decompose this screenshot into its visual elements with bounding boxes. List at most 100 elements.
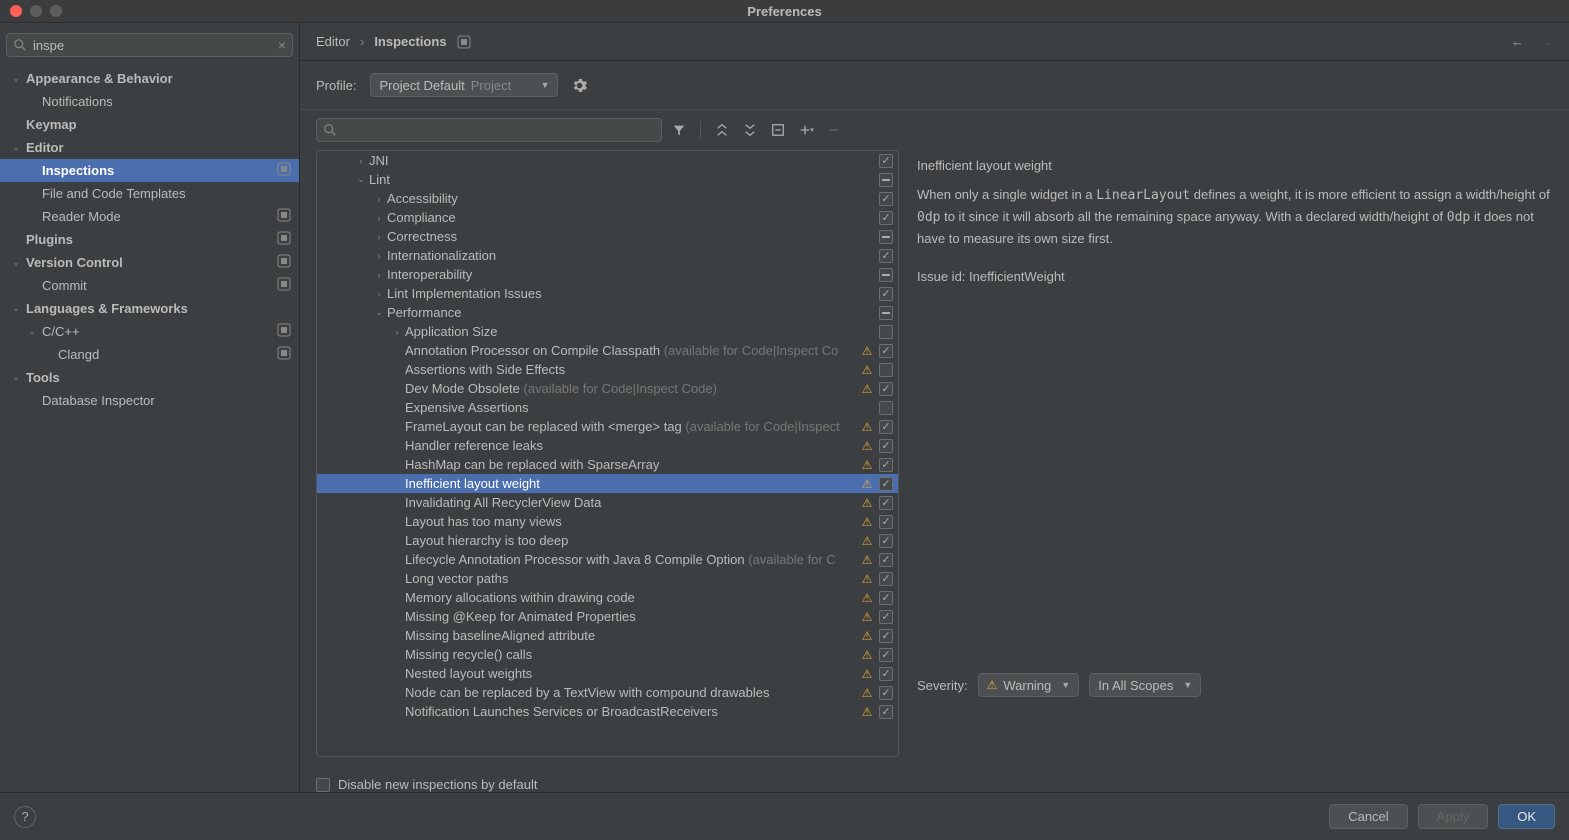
inspection-row[interactable]: FrameLayout can be replaced with <merge>… (317, 417, 898, 436)
inspection-row[interactable]: ›Correctness (317, 227, 898, 246)
inspection-row[interactable]: Node can be replaced by a TextView with … (317, 683, 898, 702)
reset-icon[interactable] (767, 119, 789, 141)
sidebar-item-version-control[interactable]: ⌄Version Control (0, 251, 299, 274)
severity-dropdown[interactable]: ⚠ Warning ▼ (978, 673, 1080, 697)
inspection-row[interactable]: Missing @Keep for Animated Properties ⚠ (317, 607, 898, 626)
profile-dropdown[interactable]: Project Default Project ▼ (370, 73, 558, 97)
inspection-row[interactable]: ›Compliance (317, 208, 898, 227)
remove-icon[interactable] (823, 119, 845, 141)
inspection-checkbox[interactable] (876, 572, 896, 586)
inspection-checkbox[interactable] (876, 477, 896, 491)
inspection-checkbox[interactable] (876, 439, 896, 453)
inspection-checkbox[interactable] (876, 268, 896, 282)
inspection-checkbox[interactable] (876, 344, 896, 358)
sidebar-item-editor[interactable]: ⌄Editor (0, 136, 299, 159)
inspection-checkbox[interactable] (876, 154, 896, 168)
sidebar-item-commit[interactable]: Commit (0, 274, 299, 297)
inspection-checkbox[interactable] (876, 534, 896, 548)
inspection-row[interactable]: ›JNI (317, 151, 898, 170)
inspection-checkbox[interactable] (876, 306, 896, 320)
sidebar-item-appearance-behavior[interactable]: ⌄Appearance & Behavior (0, 67, 299, 90)
sidebar-item-database-inspector[interactable]: Database Inspector (0, 389, 299, 412)
inspection-row[interactable]: Invalidating All RecyclerView Data ⚠ (317, 493, 898, 512)
inspection-row[interactable]: ›Lint Implementation Issues (317, 284, 898, 303)
inspection-checkbox[interactable] (876, 515, 896, 529)
inspection-row[interactable]: ›Accessibility (317, 189, 898, 208)
inspection-tree[interactable]: ›JNI ⌄Lint ›Accessibility ›Compliance ›C… (317, 151, 898, 756)
inspection-row[interactable]: ›Interoperability (317, 265, 898, 284)
sidebar-item-c-c-[interactable]: ⌄C/C++ (0, 320, 299, 343)
sidebar-item-notifications[interactable]: Notifications (0, 90, 299, 113)
sidebar-item-languages-frameworks[interactable]: ⌄Languages & Frameworks (0, 297, 299, 320)
inspection-checkbox[interactable] (876, 553, 896, 567)
clear-search-icon[interactable]: × (278, 37, 286, 53)
settings-search-box[interactable]: × (6, 33, 293, 57)
sidebar-item-clangd[interactable]: Clangd (0, 343, 299, 366)
inspection-checkbox[interactable] (876, 287, 896, 301)
apply-button[interactable]: Apply (1418, 804, 1489, 829)
inspection-row[interactable]: Layout has too many views ⚠ (317, 512, 898, 531)
inspection-checkbox[interactable] (876, 211, 896, 225)
sidebar-item-keymap[interactable]: Keymap (0, 113, 299, 136)
inspection-checkbox[interactable] (876, 705, 896, 719)
inspection-checkbox[interactable] (876, 610, 896, 624)
back-icon[interactable]: ← (1511, 34, 1524, 49)
inspection-row[interactable]: ⌄Performance (317, 303, 898, 322)
settings-search-input[interactable] (27, 38, 278, 53)
inspection-row[interactable]: Missing recycle() calls ⚠ (317, 645, 898, 664)
inspection-row[interactable]: Inefficient layout weight ⚠ (317, 474, 898, 493)
inspection-checkbox[interactable] (876, 648, 896, 662)
inspection-row[interactable]: Missing baselineAligned attribute ⚠ (317, 626, 898, 645)
inspection-search-input[interactable] (337, 123, 655, 138)
ok-button[interactable]: OK (1498, 804, 1555, 829)
inspection-search-box[interactable] (316, 118, 662, 142)
inspection-row[interactable]: Annotation Processor on Compile Classpat… (317, 341, 898, 360)
expand-all-icon[interactable] (711, 119, 733, 141)
gear-icon[interactable] (572, 78, 587, 93)
inspection-checkbox[interactable] (876, 363, 896, 377)
help-button[interactable]: ? (14, 806, 36, 828)
inspection-row[interactable]: HashMap can be replaced with SparseArray… (317, 455, 898, 474)
inspection-row[interactable]: Lifecycle Annotation Processor with Java… (317, 550, 898, 569)
cancel-button[interactable]: Cancel (1329, 804, 1407, 829)
filter-icon[interactable] (668, 119, 690, 141)
inspection-checkbox[interactable] (876, 667, 896, 681)
inspection-checkbox[interactable] (876, 591, 896, 605)
add-icon[interactable]: ▾ (795, 119, 817, 141)
inspection-row[interactable]: Dev Mode Obsolete (available for Code|In… (317, 379, 898, 398)
close-window-button[interactable] (10, 5, 22, 17)
inspection-checkbox[interactable] (876, 401, 896, 415)
inspection-checkbox[interactable] (876, 192, 896, 206)
inspection-row[interactable]: Long vector paths ⚠ (317, 569, 898, 588)
maximize-window-button[interactable] (50, 5, 62, 17)
inspection-checkbox[interactable] (876, 325, 896, 339)
sidebar-item-inspections[interactable]: Inspections (0, 159, 299, 182)
inspection-row[interactable]: Assertions with Side Effects ⚠ (317, 360, 898, 379)
inspection-row[interactable]: Expensive Assertions (317, 398, 898, 417)
inspection-row[interactable]: Handler reference leaks ⚠ (317, 436, 898, 455)
breadcrumb-root[interactable]: Editor (316, 34, 350, 49)
inspection-checkbox[interactable] (876, 686, 896, 700)
inspection-checkbox[interactable] (876, 420, 896, 434)
inspection-checkbox[interactable] (876, 458, 896, 472)
sidebar-item-file-and-code-templates[interactable]: File and Code Templates (0, 182, 299, 205)
scope-dropdown[interactable]: In All Scopes ▼ (1089, 673, 1201, 697)
inspection-checkbox[interactable] (876, 629, 896, 643)
inspection-row[interactable]: Layout hierarchy is too deep ⚠ (317, 531, 898, 550)
inspection-checkbox[interactable] (876, 496, 896, 510)
disable-new-inspections-checkbox[interactable]: Disable new inspections by default (316, 777, 537, 792)
inspection-checkbox[interactable] (876, 230, 896, 244)
inspection-row[interactable]: Nested layout weights ⚠ (317, 664, 898, 683)
inspection-checkbox[interactable] (876, 249, 896, 263)
inspection-row[interactable]: ›Application Size (317, 322, 898, 341)
settings-tree[interactable]: ⌄Appearance & BehaviorNotificationsKeyma… (0, 67, 299, 792)
inspection-row[interactable]: ⌄Lint (317, 170, 898, 189)
inspection-row[interactable]: ›Internationalization (317, 246, 898, 265)
sidebar-item-reader-mode[interactable]: Reader Mode (0, 205, 299, 228)
minimize-window-button[interactable] (30, 5, 42, 17)
collapse-all-icon[interactable] (739, 119, 761, 141)
sidebar-item-tools[interactable]: ⌄Tools (0, 366, 299, 389)
inspection-checkbox[interactable] (876, 382, 896, 396)
inspection-checkbox[interactable] (876, 173, 896, 187)
inspection-row[interactable]: Memory allocations within drawing code ⚠ (317, 588, 898, 607)
